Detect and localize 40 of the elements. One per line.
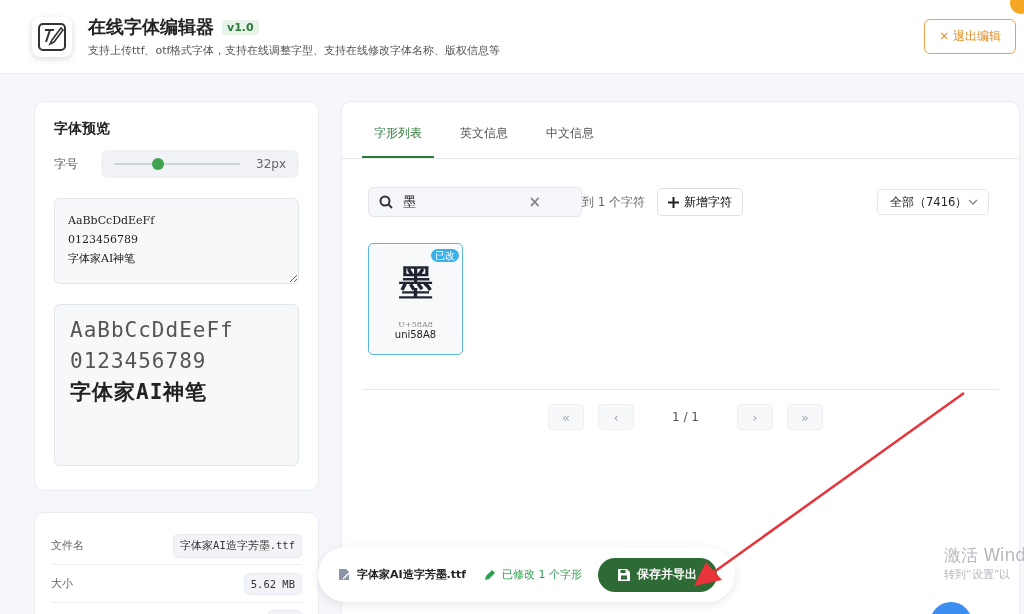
preview-text-line: 0123456789 <box>70 348 208 375</box>
pen-logo-icon <box>32 16 72 57</box>
page-indicator: 1 / 1 <box>672 410 699 424</box>
filter-dropdown[interactable]: 全部（7416） <box>877 189 989 215</box>
activation-notice-text: 激活 Wind <box>944 544 1024 567</box>
result-count: 到 1 个字符 <box>582 193 646 211</box>
add-glyph-button[interactable]: 新增字符 <box>657 188 744 216</box>
file-name: 字体家AI造字芳墨.ttf <box>357 567 467 582</box>
info-value: 5.62 MB <box>243 572 302 595</box>
size-label: 字号 <box>54 155 79 173</box>
save-export-button[interactable]: 保存并导出 <box>598 557 718 592</box>
plus-icon <box>668 196 680 208</box>
tab[interactable]: 中文信息 <box>534 125 606 158</box>
search-icon <box>379 195 393 209</box>
app-subtitle: 支持上传ttf、otf格式字体，支持在线调整字型、支持在线修改字体名称、版权信息等 <box>88 43 502 58</box>
clear-button[interactable]: × <box>528 193 541 211</box>
glyph-preview: 墨 <box>398 261 433 304</box>
version-badge: v1.0 <box>222 19 259 35</box>
preview-text-line: AaBbCcDdEeFf <box>70 317 235 344</box>
file-icon <box>338 568 351 581</box>
info-value: 字体家AI造字芳墨.ttf <box>173 533 302 558</box>
card-title: 字体预览 <box>54 120 111 138</box>
info-label: 大小 <box>51 576 73 591</box>
size-value: 32px <box>256 157 286 171</box>
chevron-down-icon <box>968 199 978 205</box>
modified-status: 已修改 1 个字形 <box>502 567 583 582</box>
preview-text-line: 字体家AI神笔 <box>70 379 209 406</box>
glyph-name: uni58A8 <box>394 329 437 340</box>
tab[interactable]: 英文信息 <box>448 125 520 158</box>
sample-text-input[interactable]: AaBbCcDdEeFf 0123456789 字体家AI神笔 <box>54 198 299 284</box>
tab[interactable]: 字形列表 <box>362 125 434 158</box>
search-field[interactable]: 墨 × <box>368 187 582 217</box>
modified-badge: 已改 <box>431 249 459 262</box>
pencil-icon <box>484 568 497 581</box>
activation-notice-text: 转到“设置”以 <box>944 567 1012 582</box>
info-label: 文件名 <box>51 538 84 553</box>
glyph-code: U+58A8 <box>398 320 433 329</box>
slider-thumb[interactable] <box>152 158 165 170</box>
app-title: 在线字体编辑器 <box>88 15 214 39</box>
glyph-card[interactable]: 已改 墨 U+58A8 uni58A8 <box>368 243 463 355</box>
